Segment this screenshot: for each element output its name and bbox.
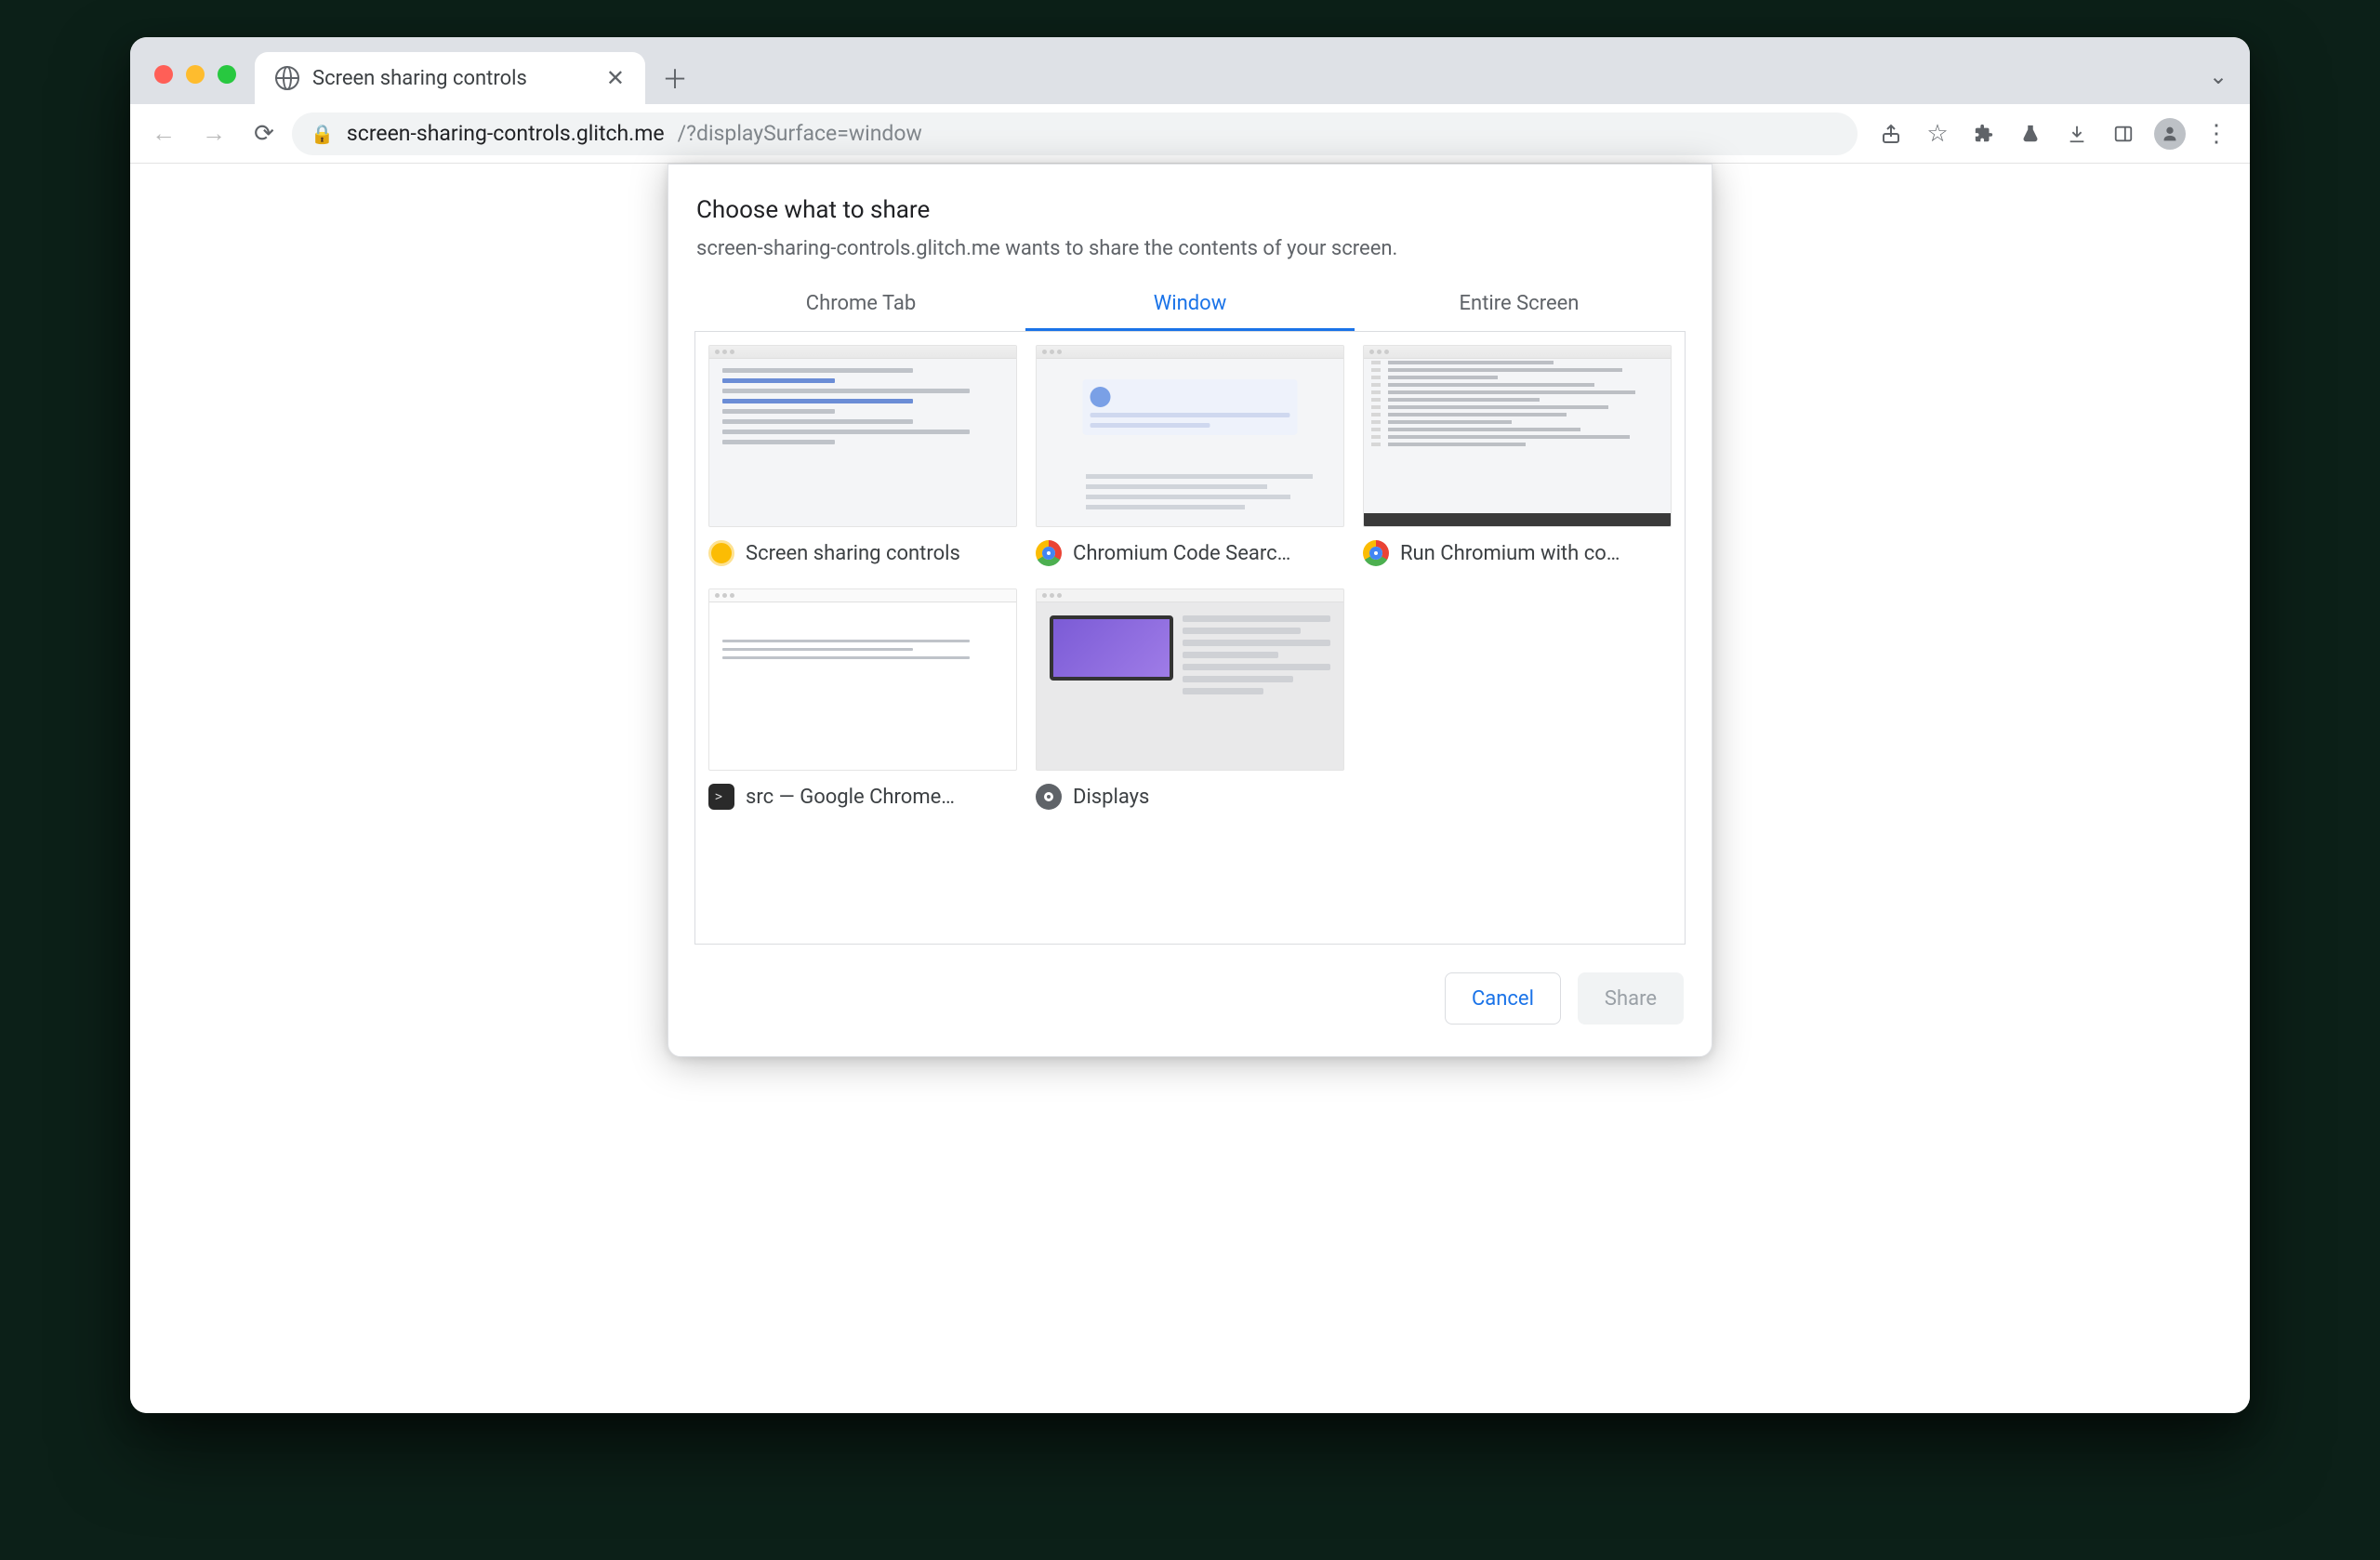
window-option[interactable]: Screen sharing controls [708,345,1017,566]
toolbar-actions: ☆ ⋮ [1863,112,2239,156]
globe-icon [275,66,299,90]
window-label: Displays [1073,786,1149,809]
labs-icon[interactable] [2008,112,2053,156]
reload-button[interactable]: ⟳ [242,112,286,156]
browser-window: Screen sharing controls ✕ ＋ ⌄ ← → ⟳ 🔒 sc… [130,37,2250,1413]
window-label: Chromium Code Searc… [1073,542,1290,565]
share-picker-dialog: Choose what to share screen-sharing-cont… [668,164,1712,1057]
window-label: src — Google Chrome… [746,786,955,809]
sidepanel-icon[interactable] [2101,112,2146,156]
forward-button[interactable]: → [192,112,236,156]
cancel-button[interactable]: Cancel [1445,972,1561,1025]
dialog-title: Choose what to share [668,165,1712,233]
tab-entire-screen[interactable]: Entire Screen [1355,277,1684,331]
bookmark-icon[interactable]: ☆ [1915,112,1960,156]
close-window-button[interactable] [154,65,173,84]
url-path: /?displaySurface=window [678,121,922,146]
page-content: Choose what to share screen-sharing-cont… [130,164,2250,1413]
window-option[interactable]: Run Chromium with co… [1363,345,1672,566]
chrome-icon [1036,540,1062,566]
settings-icon [1036,784,1062,810]
window-thumbnail [1363,345,1672,527]
source-type-tabs: Chrome Tab Window Entire Screen [696,277,1684,331]
dialog-actions: Cancel Share [668,945,1712,1038]
window-controls [143,65,247,104]
window-thumbnail [708,588,1017,771]
minimize-window-button[interactable] [186,65,205,84]
window-option[interactable]: Displays [1036,588,1344,810]
url-host: screen-sharing-controls.glitch.me [347,121,665,146]
maximize-window-button[interactable] [218,65,236,84]
new-tab-button[interactable]: ＋ [654,58,695,99]
downloads-icon[interactable] [2055,112,2099,156]
tab-strip: Screen sharing controls ✕ ＋ ⌄ [130,37,2250,104]
address-bar[interactable]: 🔒 screen-sharing-controls.glitch.me /?dis… [292,112,1858,155]
tab-title: Screen sharing controls [312,67,589,90]
toolbar: ← → ⟳ 🔒 screen-sharing-controls.glitch.m… [130,104,2250,164]
share-button[interactable]: Share [1578,972,1684,1025]
close-tab-button[interactable]: ✕ [602,65,628,91]
window-option[interactable]: src — Google Chrome… [708,588,1017,810]
terminal-icon [708,784,734,810]
tabs-menu-button[interactable]: ⌄ [2200,58,2237,95]
chrome-canary-icon [708,540,734,566]
dialog-subtitle: screen-sharing-controls.glitch.me wants … [668,233,1712,277]
browser-tab[interactable]: Screen sharing controls ✕ [255,52,645,104]
window-label: Run Chromium with co… [1400,542,1620,565]
window-thumbnail [708,345,1017,527]
window-label: Screen sharing controls [746,542,960,565]
window-option[interactable]: Chromium Code Searc… [1036,345,1344,566]
menu-button[interactable]: ⋮ [2194,112,2239,156]
back-button[interactable]: ← [141,112,186,156]
chrome-icon [1363,540,1389,566]
window-thumbnail [1036,345,1344,527]
profile-avatar[interactable] [2148,112,2192,156]
window-thumbnail [1036,588,1344,771]
tab-chrome-tab[interactable]: Chrome Tab [696,277,1025,331]
lock-icon: 🔒 [311,123,334,145]
tab-window[interactable]: Window [1025,277,1355,331]
window-grid: Screen sharing controls Chromium Code Se… [694,331,1686,945]
share-icon[interactable] [1869,112,1913,156]
extensions-icon[interactable] [1962,112,2006,156]
